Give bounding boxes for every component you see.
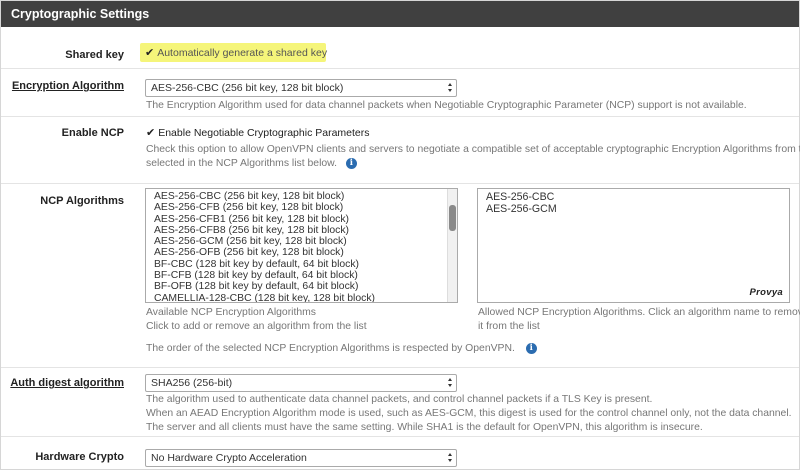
- hardware-crypto-label: Hardware Crypto: [35, 451, 124, 463]
- list-item[interactable]: AES-256-GCM (256 bit key, 128 bit block): [146, 236, 457, 247]
- encryption-algorithm-label: Encryption Algorithm: [11, 80, 124, 92]
- scrollbar-thumb[interactable]: [449, 205, 456, 231]
- list-item[interactable]: AES-256-CFB1 (256 bit key, 128 bit block…: [146, 214, 457, 225]
- auth-digest-help-line2: When an AEAD Encryption Algorithm mode i…: [146, 408, 792, 419]
- available-ncp-help-line1: Available NCP Encryption Algorithms: [146, 307, 316, 318]
- provya-watermark-logo: Provya: [749, 287, 783, 298]
- cryptographic-settings-panel: Cryptographic Settings Shared key ✔ Autom…: [0, 0, 800, 470]
- available-ncp-help-line2: Click to add or remove an algorithm from…: [146, 321, 367, 332]
- hardware-crypto-row: Hardware Crypto No Hardware Crypto Accel…: [1, 438, 799, 470]
- selected-ncp-help-line1: Allowed NCP Encryption Algorithms. Click…: [478, 307, 800, 318]
- ncp-algorithms-row: NCP Algorithms AES-256-CBC (256 bit key,…: [1, 185, 800, 368]
- select-arrows-icon: [448, 378, 453, 388]
- enable-ncp-label: Enable NCP: [61, 127, 124, 139]
- available-ncp-listbox[interactable]: AES-256-CBC (256 bit key, 128 bit block)…: [145, 188, 458, 303]
- list-item[interactable]: CAMELLIA-128-CBC (128 bit key, 128 bit b…: [146, 293, 457, 302]
- shared-key-label: Shared key: [65, 49, 124, 61]
- enable-ncp-help-line2: selected in the NCP Algorithms list belo…: [146, 158, 337, 169]
- select-arrows-icon: [448, 453, 453, 463]
- panel-title: Cryptographic Settings: [1, 1, 799, 27]
- ncp-order-note-wrap: The order of the selected NCP Encryption…: [146, 342, 537, 357]
- enable-ncp-help-line2-wrap: selected in the NCP Algorithms list belo…: [146, 157, 357, 172]
- shared-key-row: Shared key ✔ Automatically generate a sha…: [1, 39, 799, 69]
- list-item[interactable]: AES-256-CBC (256 bit key, 128 bit block): [146, 191, 457, 202]
- enable-ncp-checkbox[interactable]: ✔ Enable Negotiable Cryptographic Paramet…: [146, 126, 370, 139]
- encryption-algorithm-value: AES-256-CBC (256 bit key, 128 bit block): [151, 82, 344, 94]
- list-item[interactable]: BF-CBC (128 bit key by default, 64 bit b…: [146, 259, 457, 270]
- selected-ncp-help-line2: it from the list: [478, 321, 540, 332]
- enable-ncp-check-icon[interactable]: ✔: [146, 127, 155, 139]
- select-arrows-icon: [448, 83, 453, 93]
- enable-ncp-checkbox-label: Enable Negotiable Cryptographic Paramete…: [158, 127, 370, 139]
- list-item[interactable]: AES-256-GCM: [478, 203, 789, 215]
- info-icon[interactable]: i: [525, 342, 537, 354]
- auth-digest-row: Auth digest algorithm SHA256 (256-bit) T…: [1, 369, 799, 437]
- listbox-scrollbar[interactable]: [447, 189, 457, 302]
- list-item[interactable]: AES-256-OFB (256 bit key, 128 bit block): [146, 247, 457, 258]
- encryption-algorithm-help: The Encryption Algorithm used for data c…: [146, 100, 747, 111]
- ncp-algorithms-label: NCP Algorithms: [40, 195, 124, 207]
- hardware-crypto-select[interactable]: No Hardware Crypto Acceleration: [145, 449, 457, 467]
- enable-ncp-help-line1: Check this option to allow OpenVPN clien…: [146, 144, 800, 155]
- list-item[interactable]: AES-256-CFB8 (256 bit key, 128 bit block…: [146, 225, 457, 236]
- list-item[interactable]: BF-CFB (128 bit key by default, 64 bit b…: [146, 270, 457, 281]
- list-item[interactable]: BF-OFB (128 bit key by default, 64 bit b…: [146, 281, 457, 292]
- auth-digest-select[interactable]: SHA256 (256-bit): [145, 374, 457, 392]
- ncp-order-note: The order of the selected NCP Encryption…: [146, 343, 515, 354]
- info-icon[interactable]: i: [345, 157, 357, 169]
- enable-ncp-row: Enable NCP ✔ Enable Negotiable Cryptograp…: [1, 118, 800, 184]
- list-item[interactable]: AES-256-CFB (256 bit key, 128 bit block): [146, 202, 457, 213]
- shared-key-checkbox-label: Automatically generate a shared key: [157, 47, 328, 59]
- shared-key-checkbox-check-icon[interactable]: ✔: [145, 47, 154, 59]
- list-item[interactable]: AES-256-CBC: [478, 191, 789, 203]
- encryption-algorithm-select[interactable]: AES-256-CBC (256 bit key, 128 bit block): [145, 79, 457, 97]
- auth-digest-label: Auth digest algorithm: [10, 377, 124, 389]
- auth-digest-help-line1: The algorithm used to authenticate data …: [146, 394, 653, 405]
- shared-key-highlight[interactable]: ✔ Automatically generate a shared key: [140, 43, 328, 62]
- encryption-algorithm-row: Encryption Algorithm AES-256-CBC (256 bi…: [1, 70, 799, 117]
- auth-digest-value: SHA256 (256-bit): [151, 377, 233, 389]
- hardware-crypto-value: No Hardware Crypto Acceleration: [151, 452, 307, 464]
- selected-ncp-listbox[interactable]: AES-256-CBC AES-256-GCM Provya: [477, 188, 790, 303]
- auth-digest-help-line3: The server and all clients must have the…: [146, 422, 703, 433]
